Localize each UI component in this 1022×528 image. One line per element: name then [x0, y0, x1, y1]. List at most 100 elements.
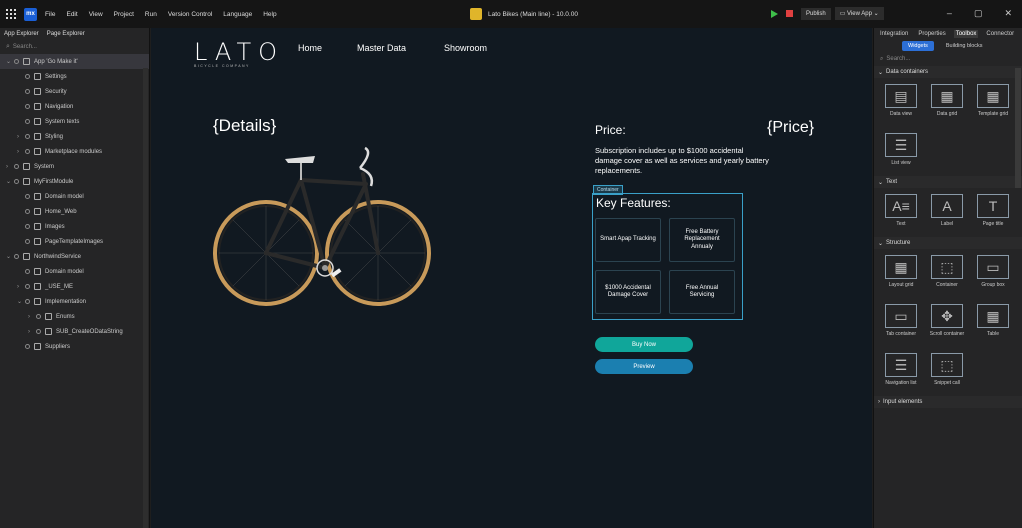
minimize-icon[interactable]: – [947, 8, 952, 19]
menu-item[interactable]: Version Control [168, 11, 212, 18]
tree-node-icon [34, 283, 41, 290]
widget-tile[interactable]: ▦ Data grid [924, 78, 970, 127]
widget-label: Container [936, 282, 958, 288]
widget-tile[interactable]: ⬚ Container [924, 249, 970, 298]
tree-item[interactable]: ⌄ MyFirstModule [0, 174, 149, 189]
tree-item[interactable]: ⌄ App 'Go Make it' [0, 54, 149, 69]
widget-tile[interactable]: ▭ Group box [970, 249, 1016, 298]
widget-tile[interactable]: T Page title [970, 188, 1016, 237]
chevron-icon: ⌄ [878, 240, 884, 247]
tree-item[interactable]: ⌄ NorthwindService [0, 249, 149, 264]
widget-tile[interactable]: ▦ Template grid [970, 78, 1016, 127]
tree-item[interactable]: Suppliers [0, 339, 149, 354]
widget-grid: ▤ Data view ▦ Data grid ▦ Template grid ☰ List … [874, 78, 1022, 176]
widget-tile[interactable]: ⬚ Snippet call [924, 347, 970, 396]
tree-caret-icon[interactable]: › [17, 134, 25, 140]
nav-home[interactable]: Home [298, 43, 322, 53]
menu-item[interactable]: Language [223, 11, 252, 18]
menu-item[interactable]: Project [114, 11, 134, 18]
toolbox-scrollbar[interactable] [1015, 68, 1021, 188]
right-tab[interactable]: Toolbox [953, 30, 979, 38]
view-app-button[interactable]: ▭ View App ⌄ [834, 7, 884, 20]
tree-item[interactable]: Domain model [0, 264, 149, 279]
tree-caret-icon[interactable]: ⌄ [6, 178, 14, 185]
tree-item[interactable]: Domain model [0, 189, 149, 204]
widget-icon: ☰ [885, 133, 917, 157]
widget-tile[interactable]: ▭ Tab container [878, 298, 924, 347]
tab-app-explorer[interactable]: App Explorer [4, 31, 39, 37]
tree-item[interactable]: › System [0, 159, 149, 174]
chevron-icon: › [878, 399, 880, 405]
right-tab[interactable]: Connector [984, 30, 1016, 38]
run-controls: Publish ▭ View App ⌄ [771, 7, 884, 20]
widget-tile[interactable]: ✥ Scroll container [924, 298, 970, 347]
stop-icon[interactable] [786, 10, 793, 17]
right-tab[interactable]: Integration [878, 30, 910, 38]
explorer-search[interactable]: ⌕ Search... [0, 40, 149, 54]
tree-item[interactable]: › _USE_ME [0, 279, 149, 294]
widget-tile[interactable]: ☰ Navigation list [878, 347, 924, 396]
maximize-icon[interactable]: ▢ [974, 8, 983, 19]
tree-item[interactable]: Security [0, 84, 149, 99]
buy-now-button[interactable]: Buy Now [595, 337, 693, 352]
toolbox-search[interactable]: ⌕ Search... [874, 52, 1022, 66]
menu-item[interactable]: View [89, 11, 103, 18]
tree-item[interactable]: Home_Web [0, 204, 149, 219]
tree-item[interactable]: Settings [0, 69, 149, 84]
tab-page-explorer[interactable]: Page Explorer [47, 31, 85, 37]
widget-label: Scroll container [929, 331, 965, 337]
project-title[interactable]: Lato Bikes (Main line) - 10.0.00 [470, 8, 578, 20]
tree-caret-icon[interactable]: › [17, 284, 25, 290]
tree-caret-icon[interactable]: › [28, 329, 36, 335]
tab-building-blocks[interactable]: Building blocks [940, 41, 989, 51]
widget-tile[interactable]: ▤ Data view [878, 78, 924, 127]
tree-node-icon [34, 208, 41, 215]
right-tab[interactable]: Properties [916, 30, 947, 38]
tree-item[interactable]: PageTemplateImages [0, 234, 149, 249]
widget-tile[interactable]: ▦ Layout grid [878, 249, 924, 298]
menu-item[interactable]: Help [263, 11, 276, 18]
tree-item[interactable]: › Enums [0, 309, 149, 324]
toolbox-section-header[interactable]: ⌄ Data containers [874, 66, 1022, 78]
toolbox-section-header[interactable]: ⌄ Text [874, 176, 1022, 188]
tree-caret-icon[interactable]: ⌄ [6, 253, 14, 260]
features-container[interactable]: Key Features: Smart Apap Tracking Free B… [592, 193, 743, 320]
tree-caret-icon[interactable]: ⌄ [6, 58, 14, 65]
tree-caret-icon[interactable]: › [28, 314, 36, 320]
nav-master-data[interactable]: Master Data [357, 43, 406, 53]
tree-item[interactable]: Images [0, 219, 149, 234]
monitor-icon: ▭ [839, 11, 848, 17]
tree-item-label: Domain model [45, 268, 84, 275]
nav-showroom[interactable]: Showroom [444, 43, 487, 53]
toolbox-section-header[interactable]: ⌄ Structure [874, 237, 1022, 249]
tab-widgets[interactable]: Widgets [902, 41, 934, 51]
tree-item[interactable]: System texts [0, 114, 149, 129]
chevron-icon: ⌄ [878, 69, 884, 76]
explorer-scrollbar[interactable] [143, 68, 148, 528]
toolbox-section-header[interactable]: › Input elements [874, 396, 1022, 408]
app-grid-icon[interactable] [6, 9, 16, 19]
widget-tile[interactable]: A Label [924, 188, 970, 237]
menu-item[interactable]: File [45, 11, 55, 18]
tree-item[interactable]: Navigation [0, 99, 149, 114]
tree-item[interactable]: › Marketplace modules [0, 144, 149, 159]
widget-tile[interactable]: ☰ List view [878, 127, 924, 176]
menu-item[interactable]: Edit [66, 11, 77, 18]
tree-caret-icon[interactable]: ⌄ [17, 298, 25, 305]
canvas-scrollbar[interactable] [151, 522, 872, 528]
tree-node-icon [23, 253, 30, 260]
tree-caret-icon[interactable]: › [6, 164, 14, 170]
widget-tile[interactable]: ▦ Table [970, 298, 1016, 347]
tree-item[interactable]: › SUB_CreateODataString [0, 324, 149, 339]
tree-node-icon [34, 88, 41, 95]
close-icon[interactable]: ✕ [1004, 8, 1012, 19]
publish-button[interactable]: Publish [801, 7, 831, 20]
tree-item[interactable]: ⌄ Implementation [0, 294, 149, 309]
tree-caret-icon[interactable]: › [17, 149, 25, 155]
widget-tile[interactable]: A≡ Text [878, 188, 924, 237]
preview-button[interactable]: Preview [595, 359, 693, 374]
menu-item[interactable]: Run [145, 11, 157, 18]
run-play-icon[interactable] [771, 9, 778, 18]
tree-item[interactable]: › Styling [0, 129, 149, 144]
tree-item-label: System texts [45, 118, 80, 125]
